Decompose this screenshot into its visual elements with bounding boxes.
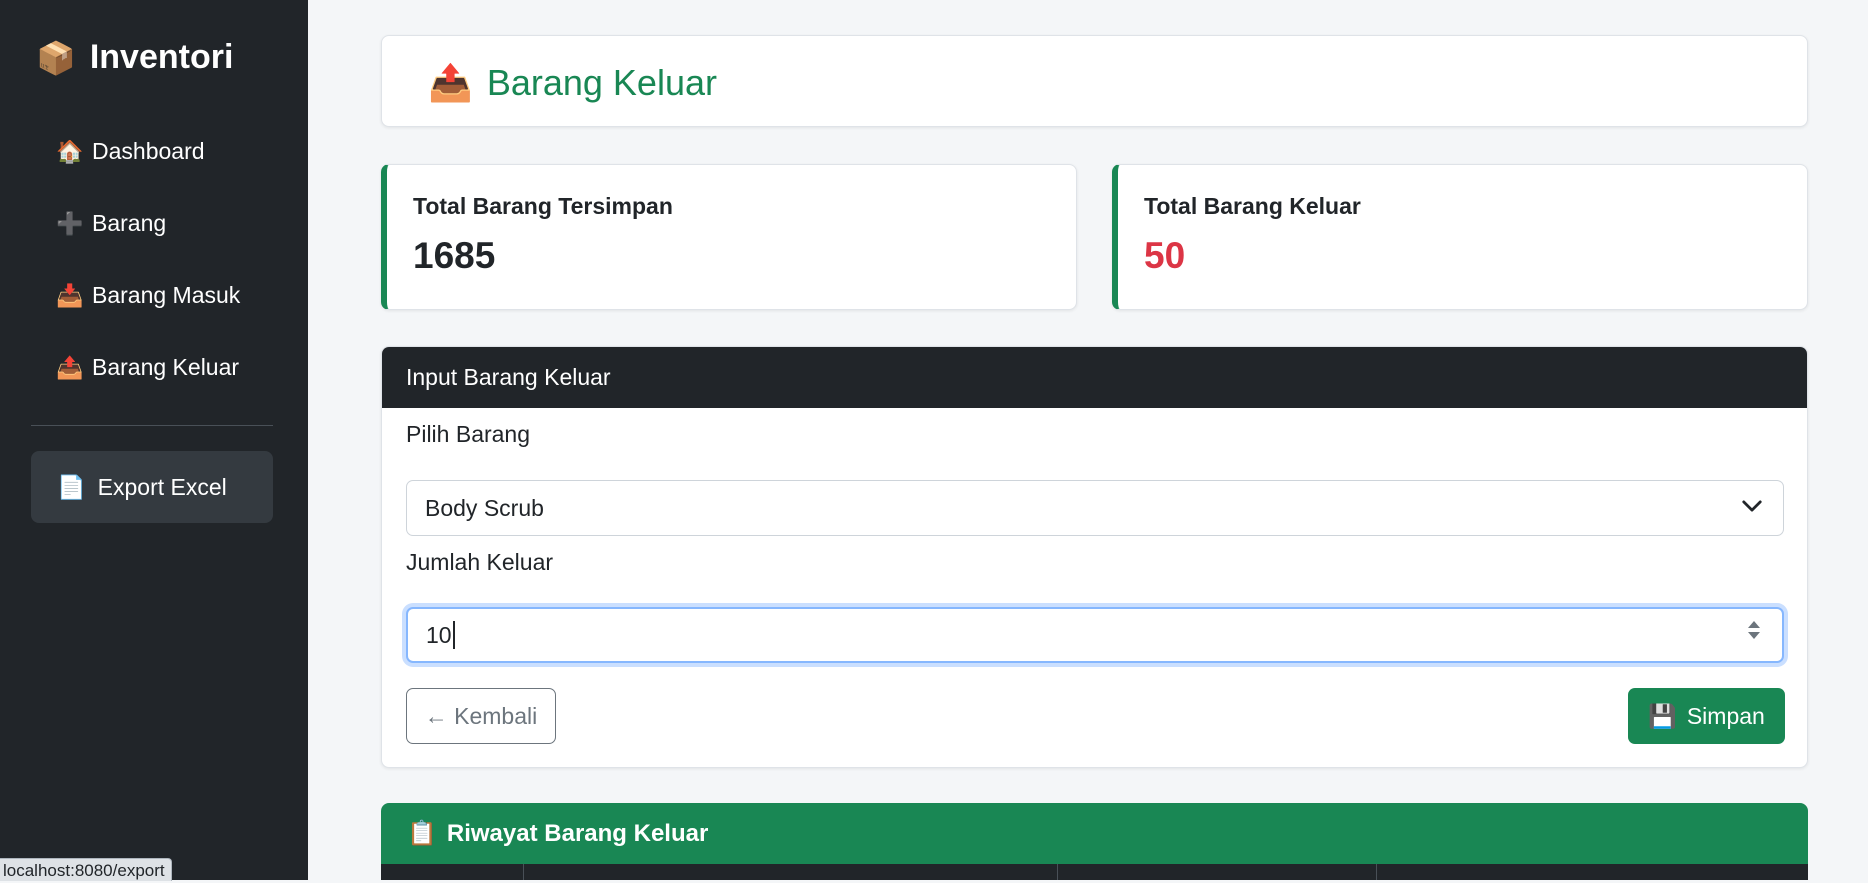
quantity-stepper[interactable] — [1748, 621, 1760, 639]
quantity-input[interactable]: 10 — [406, 607, 1784, 663]
inbox-tray-icon: 📥 — [56, 282, 84, 308]
export-label: Export Excel — [97, 473, 227, 500]
column-divider — [1057, 864, 1058, 880]
stat-card-total-tersimpan: Total Barang Tersimpan 1685 — [381, 164, 1077, 310]
stat-label: Total Barang Keluar — [1144, 193, 1361, 219]
sidebar-item-barang-masuk[interactable]: 📥 Barang Masuk — [56, 282, 240, 309]
step-up-icon[interactable] — [1748, 621, 1760, 628]
history-title-text: Riwayat Barang Keluar — [446, 819, 709, 847]
sidebar-item-label: Barang Masuk — [92, 282, 241, 308]
floppy-disk-icon: 💾 — [1648, 702, 1677, 729]
back-button[interactable]: ← Kembali — [406, 688, 556, 744]
sidebar-item-barang-keluar[interactable]: 📤 Barang Keluar — [56, 354, 239, 381]
column-divider — [1376, 864, 1377, 880]
chevron-down-icon — [1742, 500, 1762, 512]
clipboard-icon: 📋 — [407, 820, 437, 847]
qty-label: Jumlah Keluar — [406, 549, 554, 575]
page-title: 📤 Barang Keluar — [428, 62, 717, 104]
stat-card-total-keluar: Total Barang Keluar 50 — [1112, 164, 1808, 310]
sidebar: 📦 Inventori 🏠 Dashboard ➕ Barang 📥 Baran… — [0, 0, 308, 880]
save-button[interactable]: 💾 Simpan — [1628, 688, 1785, 744]
stat-value: 1685 — [413, 235, 496, 276]
status-bar-url: localhost:8080/export — [0, 858, 172, 881]
document-icon: 📄 — [57, 473, 86, 500]
history-card: 📋 Riwayat Barang Keluar — [381, 803, 1808, 880]
item-select[interactable]: Body Scrub — [406, 480, 1784, 536]
stat-label: Total Barang Tersimpan — [413, 193, 673, 219]
column-divider — [523, 864, 524, 880]
plus-icon: ➕ — [56, 210, 84, 236]
step-down-icon[interactable] — [1748, 632, 1760, 639]
quantity-value: 10 — [426, 621, 452, 648]
sidebar-item-label: Barang Keluar — [92, 354, 240, 380]
sidebar-item-label: Dashboard — [92, 138, 205, 164]
history-title: 📋 Riwayat Barang Keluar — [407, 819, 708, 848]
export-excel-button[interactable]: 📄 Export Excel — [31, 451, 273, 523]
brand-label: Inventori — [89, 38, 234, 76]
input-form-card: Input Barang Keluar Pilih Barang Body Sc… — [381, 346, 1808, 768]
save-label: Simpan — [1686, 702, 1765, 729]
sidebar-item-barang[interactable]: ➕ Barang — [56, 210, 166, 237]
outbox-tray-icon: 📤 — [428, 62, 473, 103]
sidebar-item-dashboard[interactable]: 🏠 Dashboard — [56, 138, 205, 165]
page-title-text: Barang Keluar — [486, 62, 717, 103]
text-caret — [452, 621, 455, 649]
sidebar-divider — [31, 425, 273, 426]
select-label: Pilih Barang — [406, 421, 531, 447]
stat-value: 50 — [1144, 235, 1186, 276]
outbox-tray-icon: 📤 — [56, 354, 84, 380]
form-title: Input Barang Keluar — [382, 347, 1807, 408]
package-icon: 📦 — [36, 39, 76, 76]
brand[interactable]: 📦 Inventori — [36, 38, 233, 77]
select-value: Body Scrub — [425, 494, 544, 521]
page-header: 📤 Barang Keluar — [381, 35, 1808, 127]
table-header-row — [381, 864, 1808, 880]
sidebar-item-label: Barang — [92, 210, 167, 236]
house-icon: 🏠 — [56, 138, 84, 164]
